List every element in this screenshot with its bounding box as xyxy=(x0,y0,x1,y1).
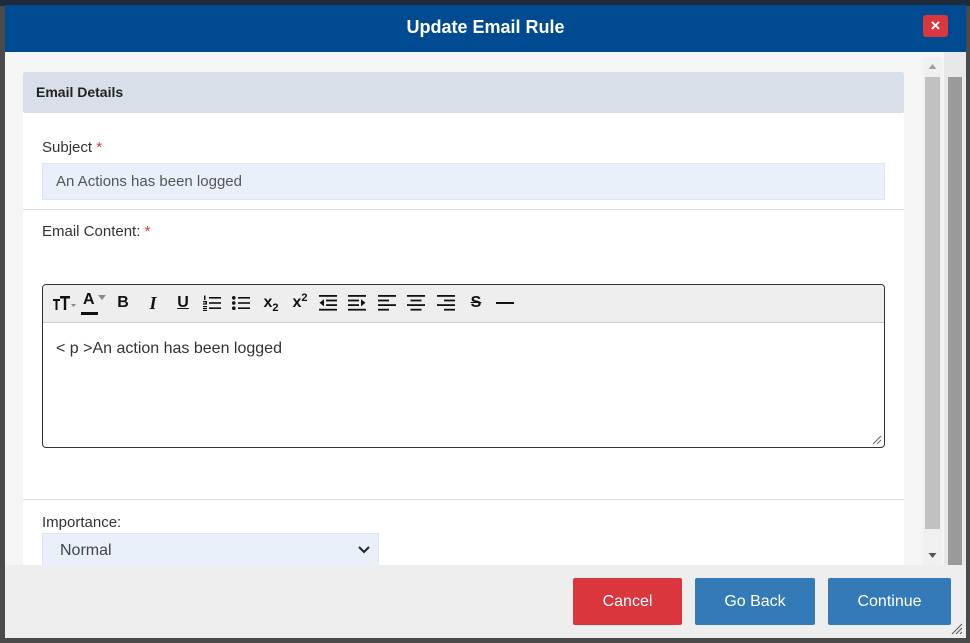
dropdown-arrow-icon xyxy=(98,295,106,300)
italic-button[interactable]: I xyxy=(143,289,163,317)
font-size-button[interactable] xyxy=(51,289,77,317)
importance-select[interactable]: Normal xyxy=(42,533,379,565)
horizontal-rule-icon xyxy=(496,302,514,304)
content-scrollbar[interactable] xyxy=(923,57,942,565)
dialog-footer: Cancel Go Back Continue xyxy=(5,565,966,638)
font-color-button[interactable]: A xyxy=(80,289,106,317)
ordered-list-icon xyxy=(203,295,221,311)
scroll-down-icon[interactable] xyxy=(923,547,942,565)
font-color-icon: A xyxy=(83,291,95,308)
required-marker: * xyxy=(96,139,103,156)
dialog-resize-grip-icon[interactable] xyxy=(951,623,963,635)
indent-icon xyxy=(348,295,366,311)
superscript-icon: x2 xyxy=(292,292,308,311)
outdent-icon xyxy=(319,295,337,311)
section-header: Email Details xyxy=(23,72,904,113)
divider xyxy=(23,209,904,210)
align-left-button[interactable] xyxy=(376,289,398,317)
email-content-editor: A B I U x2 x2 S < p >An action has been … xyxy=(42,284,885,448)
divider xyxy=(23,499,904,500)
align-center-button[interactable] xyxy=(405,289,427,317)
scroll-up-icon[interactable] xyxy=(923,57,942,75)
subscript-button[interactable]: x2 xyxy=(259,289,283,317)
dialog-titlebar: Update Email Rule × xyxy=(5,5,966,52)
email-content-label-text: Email Content: xyxy=(42,223,141,240)
bullet-list-icon xyxy=(232,296,250,310)
update-email-rule-dialog: Update Email Rule × Email Details Subjec… xyxy=(5,5,966,638)
importance-selected-value: Normal xyxy=(60,542,112,559)
subject-label: Subject * xyxy=(42,139,102,156)
section-title: Email Details xyxy=(36,84,124,100)
horizontal-rule-button[interactable] xyxy=(494,289,516,317)
dialog-body: Email Details Subject * An Actions has b… xyxy=(5,52,966,565)
ordered-list-button[interactable] xyxy=(201,289,223,317)
italic-icon: I xyxy=(149,293,157,313)
underline-button[interactable]: U xyxy=(173,289,193,317)
bullet-list-button[interactable] xyxy=(230,289,252,317)
close-button[interactable]: × xyxy=(923,15,948,37)
bold-button[interactable]: B xyxy=(113,289,133,317)
close-icon: × xyxy=(930,16,941,35)
subject-label-text: Subject xyxy=(42,139,93,156)
bold-icon: B xyxy=(117,294,129,311)
subject-input[interactable]: An Actions has been logged xyxy=(42,163,885,200)
font-color-swatch xyxy=(81,312,98,315)
email-details-panel: Email Details Subject * An Actions has b… xyxy=(23,72,904,565)
align-right-button[interactable] xyxy=(435,289,457,317)
outer-scrollbar-thumb[interactable] xyxy=(948,77,962,567)
superscript-button[interactable]: x2 xyxy=(288,289,312,317)
email-content-textarea[interactable]: < p >An action has been logged xyxy=(56,340,282,358)
email-content-label: Email Content: * xyxy=(42,223,150,240)
scrollbar-thumb[interactable] xyxy=(925,77,940,529)
importance-label: Importance: xyxy=(42,514,122,531)
go-back-button[interactable]: Go Back xyxy=(695,578,815,625)
strikethrough-icon: S xyxy=(470,294,482,311)
resize-grip-icon[interactable] xyxy=(872,435,882,445)
align-left-icon xyxy=(378,295,396,311)
font-size-icon xyxy=(53,296,76,310)
indent-button[interactable] xyxy=(346,289,368,317)
chevron-down-icon xyxy=(358,546,370,554)
editor-toolbar: A B I U x2 x2 S xyxy=(43,285,884,323)
align-right-icon xyxy=(437,295,455,311)
dialog-title: Update Email Rule xyxy=(406,17,565,37)
underline-icon: U xyxy=(177,294,189,311)
cancel-button[interactable]: Cancel xyxy=(573,578,682,625)
continue-button[interactable]: Continue xyxy=(828,578,951,625)
outer-scrollbar[interactable] xyxy=(944,52,966,567)
strikethrough-button[interactable]: S xyxy=(465,289,487,317)
subscript-icon: x2 xyxy=(263,294,279,314)
required-marker: * xyxy=(144,223,151,240)
align-center-icon xyxy=(407,295,425,311)
outdent-button[interactable] xyxy=(317,289,339,317)
